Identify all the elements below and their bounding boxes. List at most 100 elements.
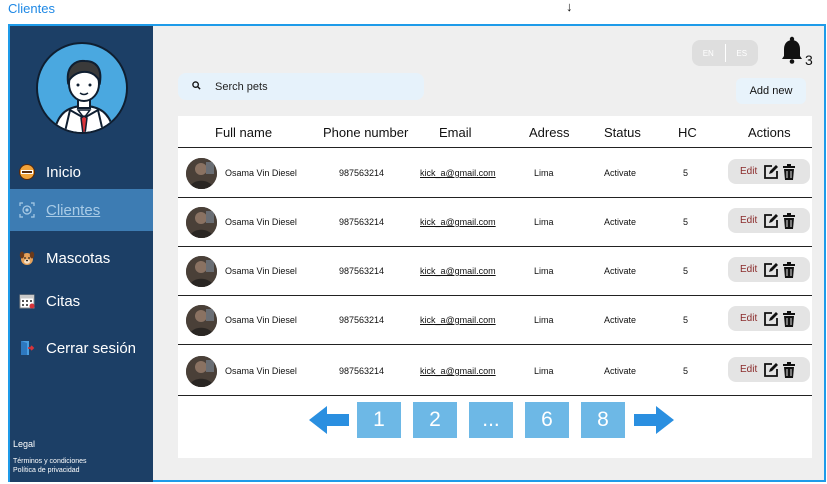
row-avatar (186, 305, 217, 336)
businessman-avatar-icon (53, 59, 115, 132)
cell-hc: 5 (683, 315, 689, 325)
cell-full-name: Osama Vin Diesel (225, 168, 297, 178)
column-header-status: Status (604, 125, 641, 140)
sidebar-item-label: Citas (46, 292, 81, 310)
sidebar-item-label: Cerrar sesión (46, 339, 137, 357)
sidebar-item-label: Inicio (46, 163, 82, 181)
page-button-6[interactable]: 6 (525, 402, 569, 438)
next-page-arrow-icon[interactable] (631, 403, 676, 437)
sidebar: Inicio Clientes Mascotas Citas Cerrar se (10, 26, 153, 482)
language-toggle: EN ES (692, 40, 758, 66)
cell-email-link[interactable]: kick_a@gmail.com (420, 266, 496, 276)
edit-pencil-icon[interactable] (763, 213, 779, 229)
column-header-address: Adress (529, 125, 570, 140)
table-row[interactable]: Osama Vin Diesel 987563214 kick_a@gmail.co… (178, 149, 812, 198)
edit-pencil-icon[interactable] (763, 262, 779, 278)
row-actions: Edit (728, 306, 810, 331)
table-row[interactable]: Osama Vin Diesel 987563214 kick_a@gmail.co… (178, 247, 812, 296)
cell-address: Lima (534, 315, 554, 325)
column-header-hc: HC (678, 125, 697, 140)
table-row[interactable]: Osama Vin Diesel 987563214 kick_a@gmail.co… (178, 347, 812, 396)
column-header-full-name: Full name (215, 125, 273, 140)
dog-face-icon (18, 249, 36, 267)
row-avatar (186, 207, 217, 238)
sidebar-item-clientes[interactable]: Clientes (10, 189, 153, 231)
user-avatar[interactable] (36, 42, 128, 134)
sidebar-item-inicio[interactable]: Inicio (10, 152, 153, 192)
cell-address: Lima (534, 366, 554, 376)
cell-status: Activate (604, 266, 637, 276)
cell-phone: 987563214 (339, 266, 385, 276)
edit-button[interactable]: Edit (740, 364, 757, 375)
trash-icon[interactable] (781, 212, 797, 229)
window-title: Clientes (8, 1, 55, 16)
page-button-2[interactable]: 2 (413, 402, 457, 438)
cell-phone: 987563214 (339, 315, 385, 325)
edit-button[interactable]: Edit (740, 166, 757, 177)
app-frame: Inicio Clientes Mascotas Citas Cerrar se (8, 24, 826, 482)
page-button-1[interactable]: 1 (357, 402, 401, 438)
cell-address: Lima (534, 266, 554, 276)
legal-links: Términos y condiciones Política de priva… (13, 457, 87, 475)
cell-full-name: Osama Vin Diesel (225, 217, 297, 227)
edit-pencil-icon[interactable] (763, 311, 779, 327)
row-actions: Edit (728, 357, 810, 382)
add-new-button[interactable]: Add new (736, 78, 806, 104)
trash-icon[interactable] (781, 261, 797, 278)
search-icon (192, 80, 201, 93)
cell-status: Activate (604, 366, 637, 376)
cell-address: Lima (534, 217, 554, 227)
start-badge-icon (18, 163, 36, 181)
row-actions: Edit (728, 257, 810, 282)
search-placeholder: Serch pets (215, 80, 268, 93)
lang-en-option[interactable]: EN (692, 49, 725, 58)
edit-pencil-icon[interactable] (763, 362, 779, 378)
search-input[interactable]: Serch pets (178, 73, 424, 100)
page-button-ellipsis[interactable]: ... (469, 402, 513, 438)
lang-es-option[interactable]: ES (726, 49, 759, 58)
sidebar-item-label: Clientes (46, 201, 101, 219)
cell-email-link[interactable]: kick_a@gmail.com (420, 315, 496, 325)
privacy-link[interactable]: Política de privacidad (13, 466, 87, 475)
cell-full-name: Osama Vin Diesel (225, 266, 297, 276)
sidebar-item-label: Mascotas (46, 249, 111, 267)
cell-phone: 987563214 (339, 217, 385, 227)
previous-page-arrow-icon[interactable] (306, 403, 351, 437)
sidebar-item-citas[interactable]: Citas (10, 281, 153, 321)
cell-phone: 987563214 (339, 366, 385, 376)
notification-count: 3 (805, 52, 813, 68)
cell-full-name: Osama Vin Diesel (225, 315, 297, 325)
edit-button[interactable]: Edit (740, 264, 757, 275)
cell-email-link[interactable]: kick_a@gmail.com (420, 366, 496, 376)
edit-button[interactable]: Edit (740, 215, 757, 226)
clients-icon (18, 201, 36, 219)
trash-icon[interactable] (781, 310, 797, 327)
row-actions: Edit (728, 208, 810, 233)
sidebar-item-cerrar-sesion[interactable]: Cerrar sesión (10, 328, 153, 368)
cursor-arrow-icon: ↓ (566, 0, 573, 14)
edit-pencil-icon[interactable] (763, 164, 779, 180)
cell-status: Activate (604, 168, 637, 178)
legal-heading: Legal (13, 439, 36, 449)
cell-status: Activate (604, 217, 637, 227)
cell-status: Activate (604, 315, 637, 325)
column-header-phone: Phone number (323, 125, 409, 140)
row-actions: Edit (728, 159, 810, 184)
sidebar-item-mascotas[interactable]: Mascotas (10, 238, 153, 278)
cell-email-link[interactable]: kick_a@gmail.com (420, 168, 496, 178)
edit-button[interactable]: Edit (740, 313, 757, 324)
table-row[interactable]: Osama Vin Diesel 987563214 kick_a@gmail.co… (178, 198, 812, 247)
cell-phone: 987563214 (339, 168, 385, 178)
table-row[interactable]: Osama Vin Diesel 987563214 kick_a@gmail.co… (178, 296, 812, 345)
terms-link[interactable]: Términos y condiciones (13, 457, 87, 466)
cell-email-link[interactable]: kick_a@gmail.com (420, 217, 496, 227)
cell-hc: 5 (683, 266, 689, 276)
page-button-8[interactable]: 8 (581, 402, 625, 438)
trash-icon[interactable] (781, 361, 797, 378)
bell-icon[interactable] (780, 36, 804, 64)
trash-icon[interactable] (781, 163, 797, 180)
cell-full-name: Osama Vin Diesel (225, 366, 297, 376)
calendar-icon (18, 292, 36, 310)
pagination: 1 2 ... 6 8 (306, 402, 676, 438)
row-avatar (186, 356, 217, 387)
